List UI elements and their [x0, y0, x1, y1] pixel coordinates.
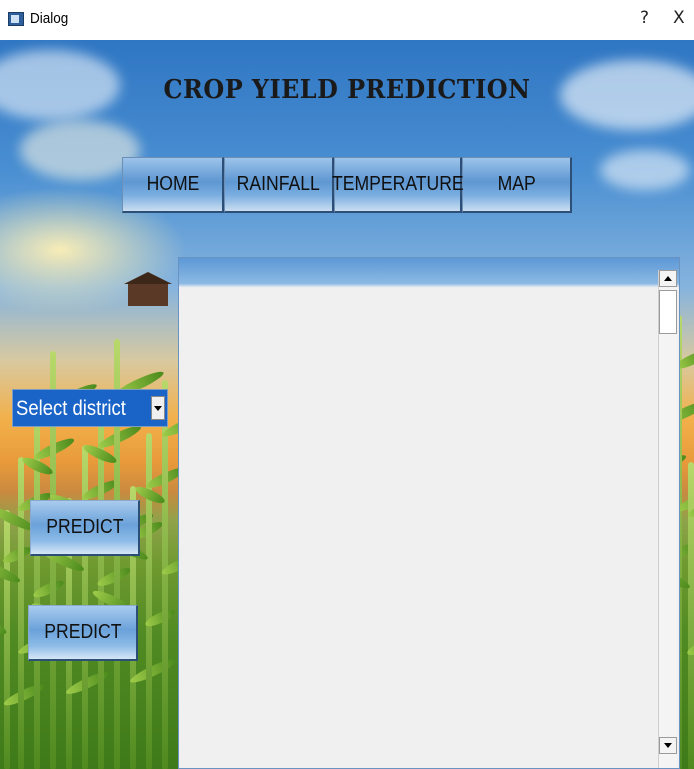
help-button[interactable]: ? — [640, 8, 649, 28]
predict-button-secondary-label: PREDICT — [43, 621, 122, 643]
page-title: CROP YIELD PREDICTION — [163, 75, 531, 105]
scroll-down-arrow-icon[interactable] — [659, 737, 677, 754]
nav-map-label: MAP — [497, 173, 536, 195]
result-panel — [178, 257, 680, 769]
nav-bar: HOME RAINFALL TEMPERATURE MAP — [122, 157, 572, 213]
cloud-decoration — [600, 150, 690, 190]
nav-rainfall-button[interactable]: RAINFALL — [224, 157, 334, 213]
nav-home-label: HOME — [146, 173, 199, 195]
vertical-scrollbar[interactable] — [658, 270, 677, 768]
app-window-icon — [8, 12, 24, 26]
district-select[interactable]: Select district — [12, 389, 168, 427]
predict-button-primary[interactable]: PREDICT — [30, 500, 140, 556]
result-text-area[interactable] — [179, 288, 657, 768]
district-select-value: Select district — [16, 397, 126, 420]
scroll-up-arrow-icon[interactable] — [659, 270, 677, 287]
close-button[interactable]: X — [673, 8, 685, 28]
window-title: Dialog — [30, 10, 69, 27]
predict-button-secondary[interactable]: PREDICT — [28, 605, 138, 661]
nav-temperature-button[interactable]: TEMPERATURE — [331, 157, 464, 213]
nav-rainfall-label: RAINFALL — [236, 173, 321, 195]
corn-stalk-decoration — [4, 510, 10, 769]
scrollbar-thumb[interactable] — [659, 290, 677, 334]
window-titlebar: Dialog ? X — [0, 0, 694, 40]
nav-temperature-label: TEMPERATURE — [331, 173, 464, 195]
chevron-down-icon[interactable] — [151, 396, 165, 420]
predict-button-primary-label: PREDICT — [45, 516, 124, 538]
nav-map-button[interactable]: MAP — [462, 157, 572, 213]
nav-home-button[interactable]: HOME — [122, 157, 224, 213]
